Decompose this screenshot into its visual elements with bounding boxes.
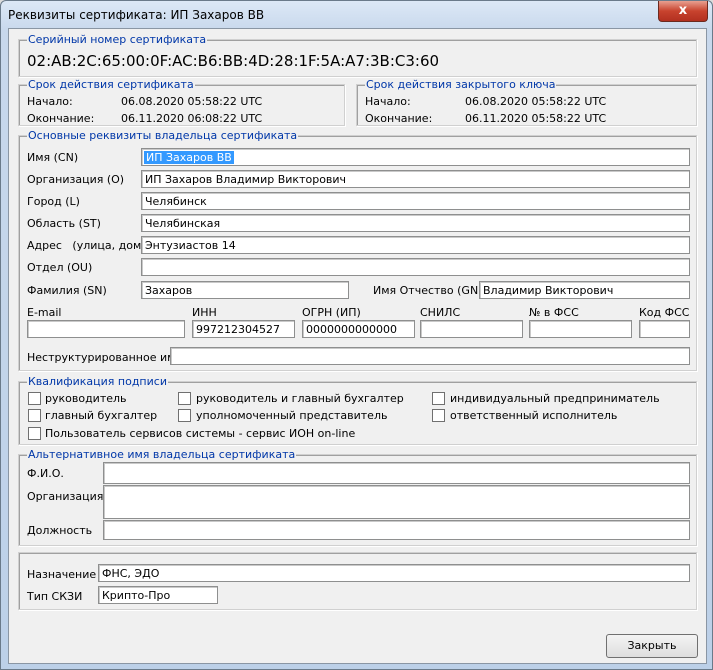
crypto-type-label: Тип СКЗИ (27, 590, 83, 603)
email-label: E-mail (27, 306, 62, 319)
label-individual-entrepreneur: индивидуальный предприниматель (450, 392, 660, 405)
qualification-legend: Квалификация подписи (27, 375, 168, 388)
snils-label: СНИЛС (420, 306, 461, 319)
label-director: руководитель (45, 392, 127, 405)
checkbox-director-and-accountant[interactable] (178, 392, 191, 405)
fss-code-label: Код ФСС (639, 306, 690, 319)
fss-code-field[interactable] (639, 320, 690, 338)
dept-label: Отдел (OU) (27, 261, 93, 274)
org-field[interactable]: ИП Захаров Владимир Викторович (141, 170, 690, 188)
dept-field[interactable] (141, 258, 690, 276)
given-name-label: Имя Отчество (GN) (373, 284, 483, 297)
address-label: Адрес (улица, дом) (27, 239, 146, 252)
key-validity-legend: Срок действия закрытого ключа (365, 78, 557, 91)
surname-field[interactable]: Захаров (141, 281, 349, 299)
owner-legend: Основные реквизиты владельца сертификата (27, 129, 299, 142)
cert-validity-group: Срок действия сертификата Начало: 06.08.… (18, 78, 345, 126)
unstructured-name-field[interactable] (170, 347, 690, 365)
label-chief-accountant: главный бухгалтер (45, 409, 158, 422)
alt-position-label: Должность (27, 524, 93, 537)
key-start-value: 06.08.2020 05:58:22 UTC (465, 95, 607, 108)
cert-start-label: Начало: (27, 95, 73, 108)
checkbox-chief-accountant[interactable] (28, 409, 41, 422)
fss-field[interactable] (529, 320, 632, 338)
serial-group: Серийный номер сертификата 02:AB:2C:65:0… (18, 33, 697, 77)
cn-label: Имя (CN) (27, 151, 79, 164)
window-title: Реквизиты сертификата: ИП Захаров ВВ (8, 8, 265, 22)
region-label: Область (ST) (27, 217, 101, 230)
cert-validity-legend: Срок действия сертификата (27, 78, 195, 91)
checkbox-responsible-executor[interactable] (432, 409, 445, 422)
dialog-window: Реквизиты сертификата: ИП Захаров ВВ x С… (0, 0, 713, 670)
cert-end-value: 06.11.2020 06:08:22 UTC (121, 112, 263, 125)
alt-fio-field[interactable] (103, 462, 690, 484)
crypto-type-field[interactable]: Крипто-Про (98, 586, 218, 604)
purpose-label: Назначение (27, 568, 97, 581)
address-field[interactable]: Энтузиастов 14 (141, 236, 690, 254)
city-field[interactable]: Челябинск (141, 192, 690, 210)
dialog-client-area: Серийный номер сертификата 02:AB:2C:65:0… (8, 28, 707, 664)
inn-field[interactable]: 997212304527 (192, 320, 295, 338)
purpose-field[interactable]: ФНС, ЭДО (98, 564, 690, 582)
region-field[interactable]: Челябинская (141, 214, 690, 232)
cert-end-label: Окончание: (27, 112, 95, 125)
unstructured-name-label: Неструктурированное имя (27, 351, 183, 364)
org-label: Организация (O) (27, 173, 125, 186)
email-field[interactable] (27, 320, 185, 338)
checkbox-authorized-representative[interactable] (178, 409, 191, 422)
key-start-label: Начало: (365, 95, 411, 108)
key-end-label: Окончание: (365, 112, 433, 125)
ogrn-label: ОГРН (ИП) (302, 306, 361, 319)
fss-label: № в ФСС (529, 306, 579, 319)
label-authorized-representative: уполномоченный представитель (196, 409, 388, 422)
key-end-value: 06.11.2020 05:58:22 UTC (465, 112, 607, 125)
close-button[interactable]: Закрыть (606, 634, 698, 658)
given-name-field[interactable]: Владимир Викторович (479, 281, 690, 299)
cn-value: ИП Захаров ВВ (144, 151, 234, 164)
checkbox-ion-service-user[interactable] (28, 427, 41, 440)
owner-group: Основные реквизиты владельца сертификата… (18, 129, 697, 371)
serial-value: 02:AB:2C:65:00:0F:AC:B6:BB:4D:28:1F:5A:A… (27, 52, 440, 70)
alt-fio-label: Ф.И.О. (27, 467, 64, 480)
snils-field[interactable] (420, 320, 523, 338)
surname-label: Фамилия (SN) (27, 284, 107, 297)
cert-start-value: 06.08.2020 05:58:22 UTC (121, 95, 263, 108)
inn-label: ИНН (192, 306, 217, 319)
checkbox-director[interactable] (28, 392, 41, 405)
label-responsible-executor: ответственный исполнитель (450, 409, 618, 422)
purpose-group: Назначение ФНС, ЭДО Тип СКЗИ Крипто-Про (18, 552, 697, 610)
key-validity-group: Срок действия закрытого ключа Начало: 06… (356, 78, 697, 126)
ogrn-field[interactable]: 0000000000000 (302, 320, 415, 338)
serial-legend: Серийный номер сертификата (27, 33, 208, 46)
qualification-group: Квалификация подписи руководитель руково… (18, 375, 697, 445)
alt-name-legend: Альтернативное имя владельца сертификата (27, 448, 297, 461)
alt-org-field[interactable] (103, 485, 690, 519)
alt-name-group: Альтернативное имя владельца сертификата… (18, 448, 697, 546)
label-ion-service-user: Пользователь сервисов системы - сервис И… (45, 427, 356, 440)
checkbox-individual-entrepreneur[interactable] (432, 392, 445, 405)
window-close-button[interactable]: x (658, 1, 708, 22)
label-director-and-accountant: руководитель и главный бухгалтер (196, 392, 404, 405)
city-label: Город (L) (27, 195, 80, 208)
alt-org-label: Организация (27, 490, 104, 503)
cn-field[interactable]: ИП Захаров ВВ (141, 148, 690, 166)
alt-position-field[interactable] (103, 520, 690, 540)
